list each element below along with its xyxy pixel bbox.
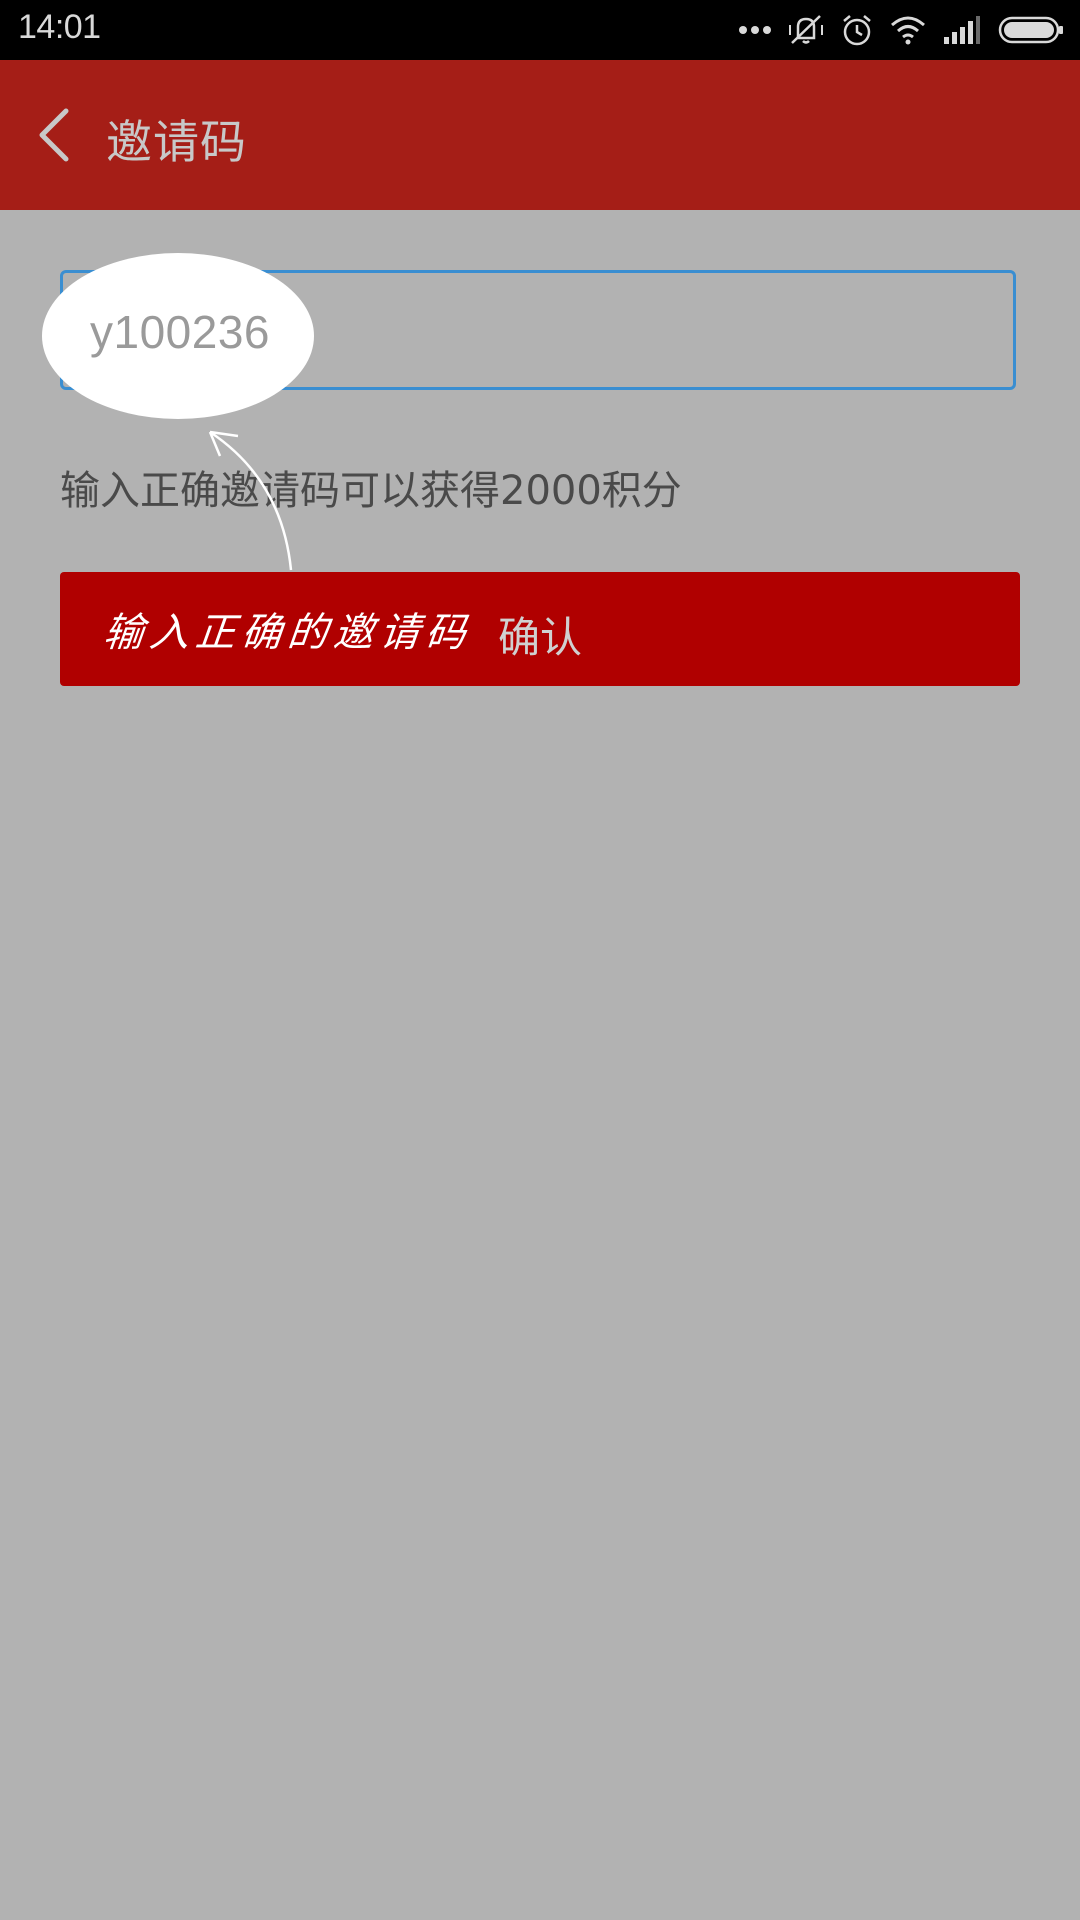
status-icons — [738, 10, 1066, 50]
confirm-button-label[interactable]: 确认 — [498, 604, 582, 665]
wifi-icon — [891, 16, 925, 45]
page-title: 邀请码 — [106, 115, 247, 169]
invite-code-screen: 14:01 邀请码 y100236 输入正确邀请码可以获得2000积分 输入正确… — [0, 0, 1080, 1920]
status-bar: 14:01 — [0, 0, 1080, 60]
invite-code-value: y100236 — [90, 306, 270, 358]
reward-hint-text: 输入正确邀请码可以获得2000积分 — [60, 468, 682, 514]
more-dots-icon — [739, 26, 771, 34]
handwritten-annotation: 输入正确的邀请码 — [101, 610, 474, 656]
battery-icon — [998, 16, 1063, 44]
app-bar: 邀请码 — [0, 60, 1080, 210]
vibrate-mute-icon — [789, 15, 823, 44]
signal-icon — [944, 16, 980, 44]
status-time: 14:01 — [18, 8, 101, 46]
alarm-icon — [843, 15, 871, 46]
back-button[interactable] — [22, 100, 86, 170]
chevron-left-icon — [39, 108, 69, 162]
